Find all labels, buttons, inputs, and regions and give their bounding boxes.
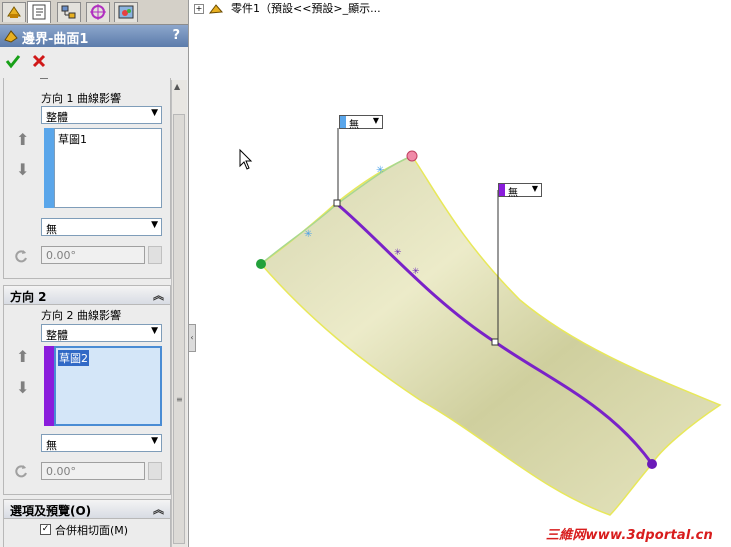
list-item[interactable]: 草圖2 xyxy=(58,350,89,366)
move-up-icon[interactable]: ⬆ xyxy=(16,130,29,149)
property-manager-panel: 邊界-曲面1 ? 方向 1 曲線影響 整體 ▼ 草圖1 ⬆ ⬇ 無 ▼ 0.00… xyxy=(0,0,189,547)
move-up-icon[interactable]: ⬆ xyxy=(16,347,29,366)
direction2-angle-spinner[interactable] xyxy=(148,462,162,480)
dimxpert-icon xyxy=(90,4,106,20)
tab-dimxpert[interactable] xyxy=(86,2,110,22)
help-icon[interactable]: ? xyxy=(172,28,180,43)
direction2-influence-select[interactable]: 整體 ▼ xyxy=(41,324,162,342)
ok-cancel-row xyxy=(0,48,188,76)
connector-handle[interactable] xyxy=(491,338,499,346)
direction1-influence-value: 整體 xyxy=(46,111,68,124)
merge-tangent-label: 合併相切面(M) xyxy=(55,524,129,537)
graphics-viewport[interactable]: ✳ ✳ ✳ ✳ xyxy=(190,0,731,547)
display-manager-icon xyxy=(118,5,134,19)
direction2-angle-input[interactable]: 0.00° xyxy=(41,462,145,480)
chevron-down-icon: ▼ xyxy=(531,184,538,193)
merge-tangent-checkbox[interactable]: ✓ xyxy=(40,524,51,535)
options-group: 選項及預覽(O) ︽ ✓ 合併相切面(M) xyxy=(3,499,171,547)
cursor-icon xyxy=(239,148,253,170)
direction2-curves-list[interactable]: 草圖2 xyxy=(54,346,162,426)
direction1-group: 方向 1 曲線影響 整體 ▼ 草圖1 ⬆ ⬇ 無 ▼ 0.00° xyxy=(3,78,171,279)
chevron-down-icon: ▼ xyxy=(372,116,379,125)
tab-property-manager[interactable] xyxy=(27,1,51,23)
feature-manager-icon xyxy=(7,6,21,18)
checkmark-icon[interactable] xyxy=(5,53,21,69)
manager-tabs xyxy=(0,0,188,25)
callout-value: 無 xyxy=(349,120,359,131)
options-title: 選項及預覽(O) xyxy=(10,504,92,518)
direction2-header[interactable]: 方向 2 ︽ xyxy=(4,286,170,305)
handle-marker: ✳ xyxy=(304,229,312,240)
chevron-down-icon: ▼ xyxy=(151,108,158,118)
rotate-icon xyxy=(15,250,27,263)
cross-icon[interactable] xyxy=(31,53,47,69)
direction1-tangent-select[interactable]: 無 ▼ xyxy=(41,218,162,236)
scroll-fragment xyxy=(40,78,48,85)
panel-scrollbar[interactable]: ▲ ≡ xyxy=(171,80,187,547)
direction1-influence-select[interactable]: 整體 ▼ xyxy=(41,106,162,124)
collapse-icon[interactable]: ︽ xyxy=(153,501,164,517)
callout-value: 無 xyxy=(508,188,518,199)
move-down-icon[interactable]: ⬇ xyxy=(16,160,29,179)
direction2-callout[interactable]: 無 ▼ xyxy=(498,183,542,199)
options-header[interactable]: 選項及預覽(O) ︽ xyxy=(4,500,170,519)
direction1-angle-spinner[interactable] xyxy=(148,246,162,264)
chevron-down-icon: ▼ xyxy=(151,220,158,230)
property-manager-icon xyxy=(32,4,46,20)
direction2-tangent-select[interactable]: 無 ▼ xyxy=(41,434,162,452)
endpoint-handle[interactable] xyxy=(256,259,266,269)
collapse-icon[interactable]: ︽ xyxy=(153,287,164,303)
callout-flag xyxy=(340,116,346,128)
rotate-icon xyxy=(15,465,27,478)
direction1-tangent-value: 無 xyxy=(46,223,57,236)
chevron-down-icon: ▼ xyxy=(151,326,158,336)
chevron-down-icon: ▼ xyxy=(151,436,158,446)
direction2-color-bar xyxy=(44,346,54,426)
direction2-influence-label: 方向 2 曲線影響 xyxy=(41,309,121,322)
direction2-group: 方向 2 ︽ 方向 2 曲線影響 整體 ▼ 草圖2 ⬆ ⬇ 無 ▼ 0.00° xyxy=(3,285,171,495)
tab-configuration-manager[interactable] xyxy=(57,2,81,22)
tab-feature-manager[interactable] xyxy=(2,2,26,22)
direction2-tangent-value: 無 xyxy=(46,439,57,452)
connector-handle[interactable] xyxy=(333,199,341,207)
watermark: 三維网www.3dportal.cn xyxy=(545,528,713,543)
direction1-curves-list[interactable]: 草圖1 xyxy=(54,128,162,208)
direction2-angle-value: 0.00° xyxy=(46,465,76,478)
callout-flag xyxy=(499,184,505,196)
boundary-surface-icon xyxy=(4,30,18,43)
move-down-icon[interactable]: ⬇ xyxy=(16,378,29,397)
direction1-callout[interactable]: 無 ▼ xyxy=(339,115,383,131)
direction1-angle-input[interactable]: 0.00° xyxy=(41,246,145,264)
configuration-manager-icon xyxy=(61,5,76,19)
list-item[interactable]: 草圖1 xyxy=(57,131,88,147)
direction2-title: 方向 2 xyxy=(10,290,47,304)
direction2-influence-value: 整體 xyxy=(46,329,68,342)
scrollbar-thumb[interactable]: ≡ xyxy=(173,114,185,544)
handle-marker: ✳ xyxy=(376,165,384,176)
feature-title: 邊界-曲面1 xyxy=(22,32,89,47)
feature-title-bar: 邊界-曲面1 ? xyxy=(0,25,188,47)
grip-icon: ≡ xyxy=(176,395,183,404)
direction1-influence-label: 方向 1 曲線影響 xyxy=(41,92,121,105)
direction1-color-bar xyxy=(44,128,54,208)
tab-display-manager[interactable] xyxy=(114,2,138,22)
scroll-up-icon[interactable]: ▲ xyxy=(174,82,180,91)
endpoint-handle[interactable] xyxy=(406,150,418,162)
handle-marker: ✳ xyxy=(394,248,402,258)
endpoint-handle[interactable] xyxy=(647,459,657,469)
direction1-angle-value: 0.00° xyxy=(46,249,76,262)
handle-marker: ✳ xyxy=(412,267,420,277)
